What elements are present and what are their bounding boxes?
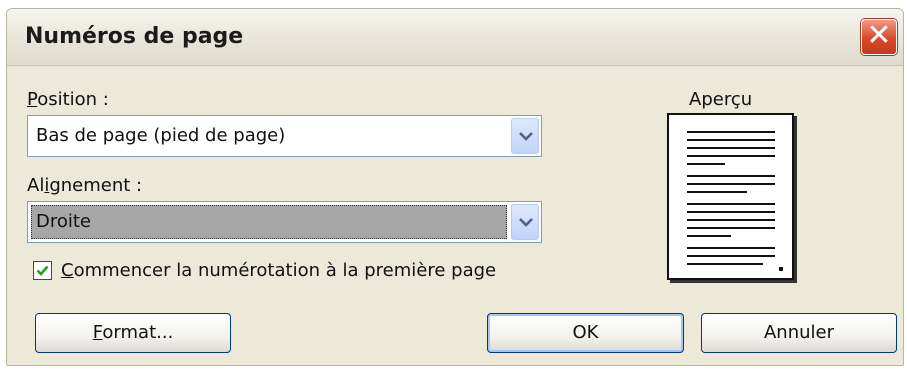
first-page-checkbox[interactable] (33, 261, 52, 280)
format-button[interactable]: Format... (35, 313, 231, 353)
dialog-title: Numéros de page (25, 24, 244, 49)
preview-title: Aperçu (689, 89, 753, 110)
first-page-label-accelerator: C (61, 260, 74, 281)
format-button-label: ormat... (102, 322, 174, 343)
alignment-select-value: Droite (36, 211, 92, 232)
position-dropdown-button[interactable] (511, 118, 539, 154)
format-button-accelerator: F (92, 322, 103, 343)
page-numbers-dialog: Numéros de page ✕ Position : Bas de page… (6, 8, 904, 366)
position-select[interactable]: Bas de page (pied de page) (27, 115, 542, 157)
chevron-down-icon (519, 132, 533, 141)
ok-button[interactable]: OK (487, 313, 684, 353)
close-icon: ✕ (866, 18, 892, 53)
first-page-label-text: ommencer la numérotation à la première p… (73, 260, 497, 281)
selection-highlight (31, 205, 507, 239)
chevron-down-icon (519, 218, 533, 227)
checkmark-icon (36, 265, 49, 276)
title-bar[interactable]: Numéros de page ✕ (7, 9, 903, 66)
cancel-button-label: Annuler (763, 322, 834, 343)
alignment-label-prefix: Al (27, 175, 45, 196)
alignment-dropdown-button[interactable] (511, 204, 539, 240)
position-select-value: Bas de page (pied de page) (36, 125, 286, 146)
first-page-checkbox-label[interactable]: Commencer la numérotation à la première … (61, 260, 496, 281)
position-label-text: osition : (37, 89, 109, 110)
close-button[interactable]: ✕ (861, 19, 897, 55)
cancel-button[interactable]: Annuler (701, 313, 897, 353)
ok-button-label: OK (572, 322, 599, 343)
position-label: Position : (27, 89, 109, 110)
position-label-accelerator: P (27, 89, 38, 110)
alignment-label-text: gnement : (49, 175, 143, 196)
alignment-select[interactable]: Droite (27, 201, 542, 243)
page-preview-icon (667, 113, 794, 280)
alignment-label: Alignement : (27, 175, 142, 196)
